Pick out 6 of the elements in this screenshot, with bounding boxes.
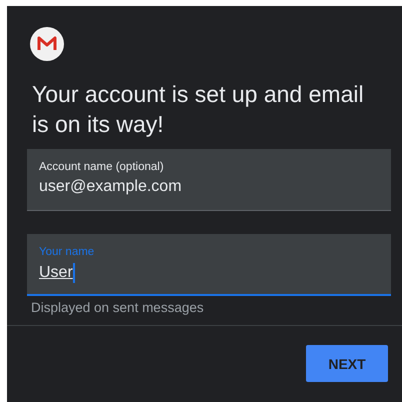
text-field[interactable]: Your name User (27, 234, 391, 296)
mail-logo-icon (30, 27, 64, 61)
text-field[interactable]: Account name (optional) user@example.com (27, 149, 391, 211)
next-button[interactable]: NEXT (306, 345, 388, 382)
helper-text: Displayed on sent messages (31, 300, 205, 315)
heading: Your account is set up and email is on its way! (32, 80, 365, 139)
